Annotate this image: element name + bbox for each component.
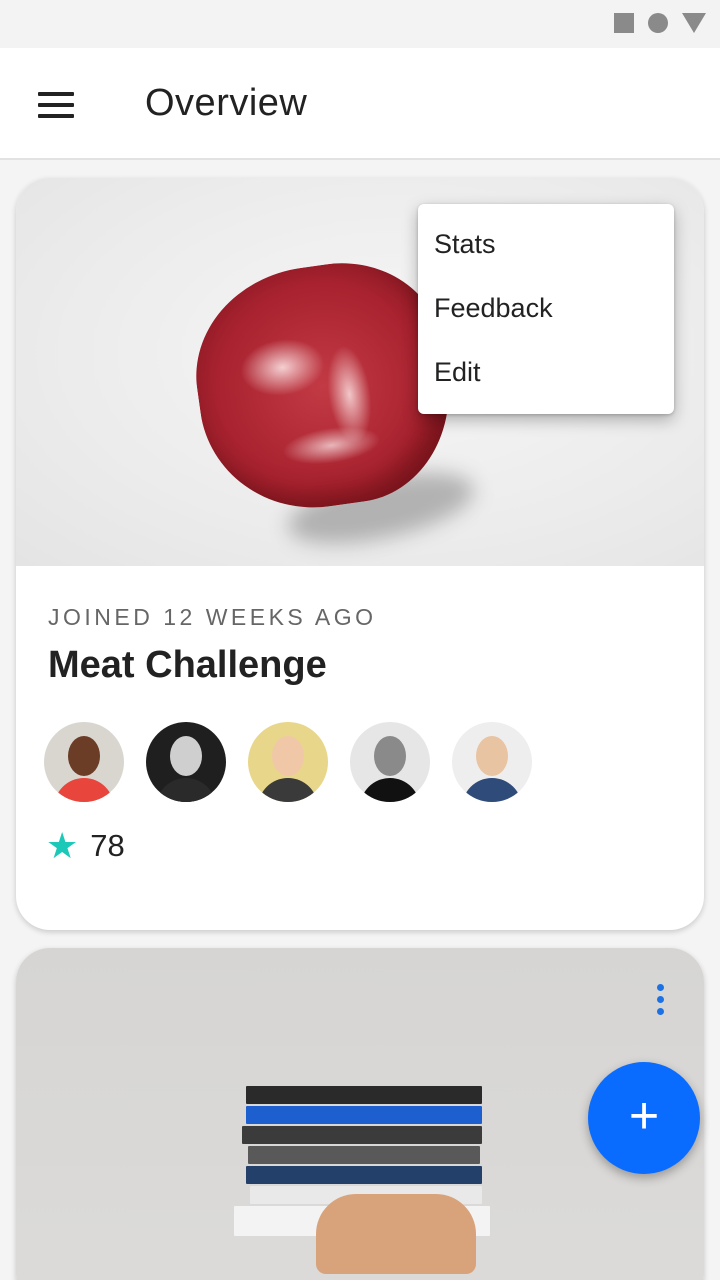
avatar[interactable] (44, 722, 124, 802)
plus-icon: + (628, 1087, 660, 1145)
card-subtitle: JOINED 12 WEEKS AGO (48, 604, 377, 630)
overflow-menu: Stats Feedback Edit (418, 204, 674, 414)
hamburger-menu-icon[interactable] (38, 92, 74, 118)
avatar[interactable] (452, 722, 532, 802)
book-spine (246, 1086, 482, 1104)
home-icon (648, 13, 668, 33)
menu-item-stats[interactable]: Stats (418, 212, 674, 276)
participant-avatars (44, 722, 532, 802)
book-spine (242, 1126, 482, 1144)
card-title: Meat Challenge (48, 644, 327, 686)
recents-icon (614, 13, 634, 33)
avatar[interactable] (146, 722, 226, 802)
star-icon: ★ (46, 825, 79, 866)
hand-image (316, 1194, 476, 1274)
back-icon (682, 13, 706, 33)
book-spine (248, 1146, 480, 1164)
rating: ★ 78 (46, 828, 125, 864)
add-fab-button[interactable]: + (588, 1062, 700, 1174)
book-spine (246, 1106, 482, 1124)
page-title: Overview (145, 82, 308, 124)
app-bar: Overview (0, 48, 720, 160)
rating-value: 78 (90, 828, 125, 863)
avatar[interactable] (248, 722, 328, 802)
menu-item-edit[interactable]: Edit (418, 340, 674, 404)
status-bar (0, 0, 720, 48)
book-spine (246, 1166, 482, 1184)
more-vertical-icon[interactable] (654, 984, 666, 1020)
challenge-card[interactable]: Stats Feedback Edit JOINED 12 WEEKS AGO … (16, 178, 704, 930)
avatar[interactable] (350, 722, 430, 802)
menu-item-feedback[interactable]: Feedback (418, 276, 674, 340)
